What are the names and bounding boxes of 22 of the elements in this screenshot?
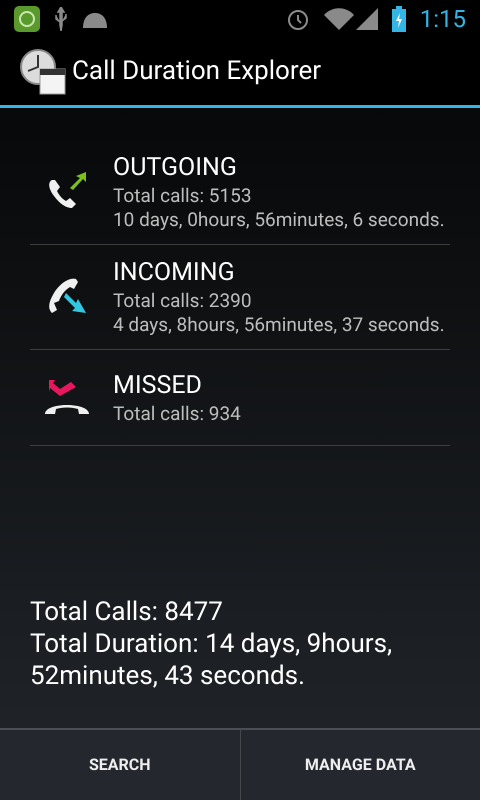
summary-text: Total Duration: 14 days, 9hours, 52minutes, 43 seconds.	[30, 628, 394, 692]
call-type-title: INCOMING	[113, 257, 236, 289]
call-stat-text: Total calls: 934	[113, 402, 242, 426]
call-stat-text: Total calls: 5153	[113, 184, 252, 208]
battery-charging-icon	[392, 6, 406, 32]
clock-calendar-icon	[20, 48, 66, 94]
summary-text: Total Calls: 8477	[30, 596, 224, 628]
wifi-icon	[324, 8, 354, 30]
signal-icon	[356, 8, 378, 30]
call-stat-text: 4 days, 8hours, 56minutes, 37 seconds.	[113, 313, 446, 337]
alarm-icon	[286, 7, 310, 31]
app-notification-icon	[14, 6, 40, 32]
call-type-title: MISSED	[113, 370, 203, 402]
call-type-title: OUTGOING	[113, 152, 238, 184]
call-stat-text: Total calls: 2390	[113, 289, 252, 313]
usb-icon	[54, 7, 68, 31]
action-button[interactable]: SEARCH	[0, 730, 240, 800]
call-stat-text: 10 days, 0hours, 56minutes, 6 seconds.	[113, 208, 446, 232]
missed-call-icon	[44, 380, 88, 416]
action-button[interactable]: MANAGE DATA	[240, 730, 480, 800]
clock-time: 1:15	[420, 7, 466, 31]
app-title: Call Duration Explorer	[72, 55, 322, 88]
